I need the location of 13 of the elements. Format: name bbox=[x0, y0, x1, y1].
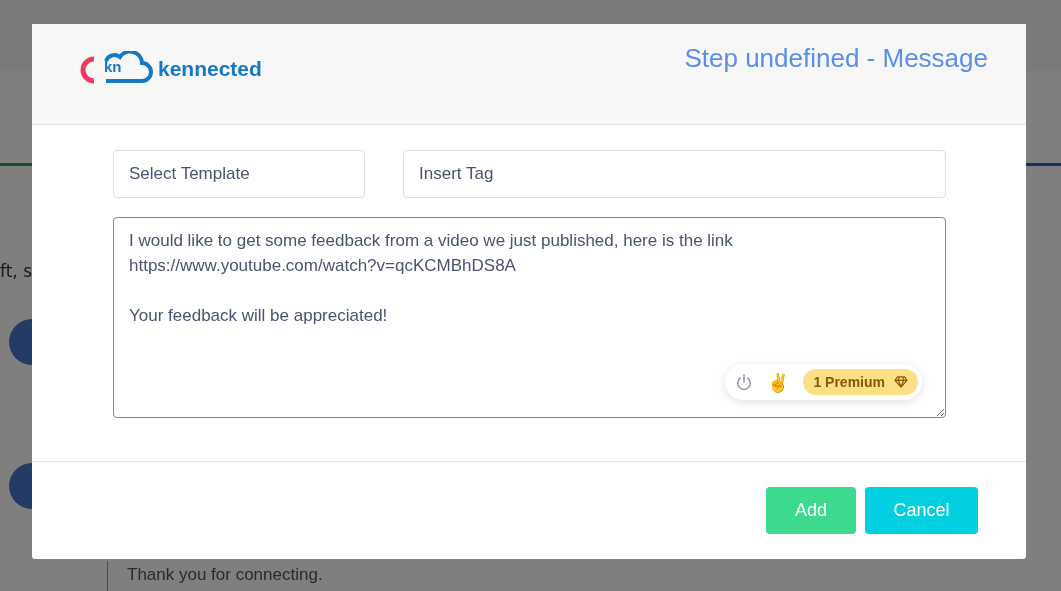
power-icon[interactable] bbox=[735, 373, 754, 391]
add-button[interactable]: Add bbox=[766, 487, 856, 534]
premium-badge[interactable]: 1 Premium bbox=[803, 369, 918, 395]
emoji-button[interactable]: ✌ bbox=[767, 371, 790, 393]
diamond-icon bbox=[894, 376, 908, 388]
logo-mark: kn bbox=[104, 58, 122, 75]
tag-select[interactable]: Insert Tag bbox=[403, 150, 946, 198]
cancel-button[interactable]: Cancel bbox=[865, 487, 978, 534]
message-preview: Thank you for connecting. bbox=[127, 565, 323, 584]
modal-title: Step undefined - Message bbox=[684, 43, 988, 74]
template-select[interactable]: Select Template bbox=[113, 150, 365, 198]
logo-text: kennected bbox=[158, 57, 262, 81]
page-text: ft, s bbox=[0, 261, 33, 281]
